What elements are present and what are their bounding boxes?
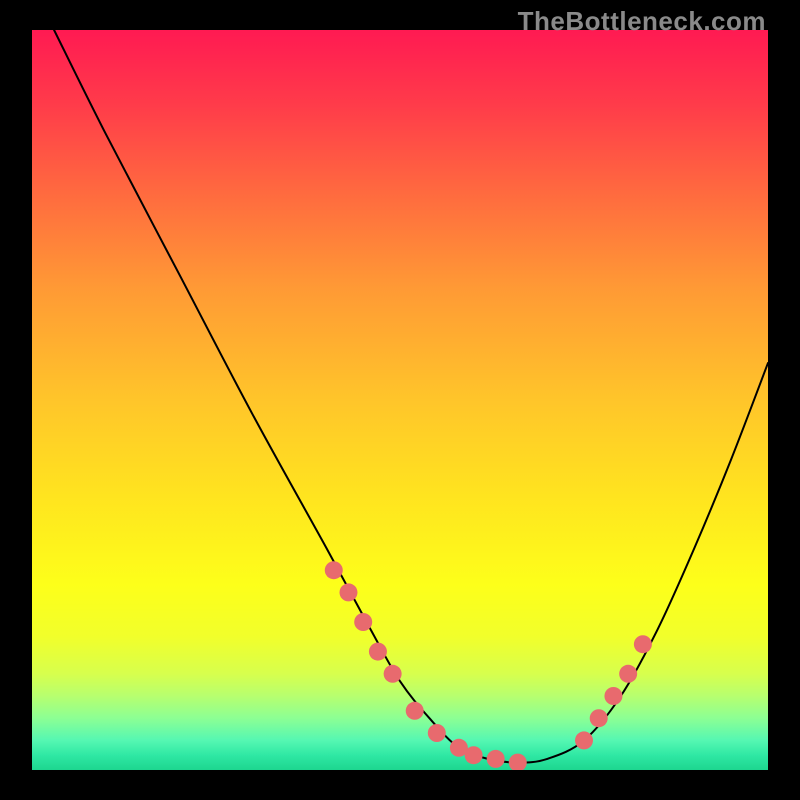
highlight-dot	[487, 750, 505, 768]
highlight-dot	[590, 709, 608, 727]
chart-curve	[54, 30, 768, 763]
highlight-dot	[575, 731, 593, 749]
highlight-dot	[384, 665, 402, 683]
highlight-dots-right	[575, 635, 652, 749]
highlight-dot	[369, 643, 387, 661]
highlight-dot	[634, 635, 652, 653]
chart-overlay	[32, 30, 768, 770]
highlight-dot	[428, 724, 446, 742]
highlight-dot	[325, 561, 343, 579]
highlight-dot	[465, 746, 483, 764]
highlight-dot	[509, 754, 527, 770]
highlight-dot	[619, 665, 637, 683]
highlight-dot	[604, 687, 622, 705]
highlight-dots-left	[325, 561, 527, 770]
highlight-dot	[354, 613, 372, 631]
highlight-dot	[406, 702, 424, 720]
highlight-dot	[339, 583, 357, 601]
